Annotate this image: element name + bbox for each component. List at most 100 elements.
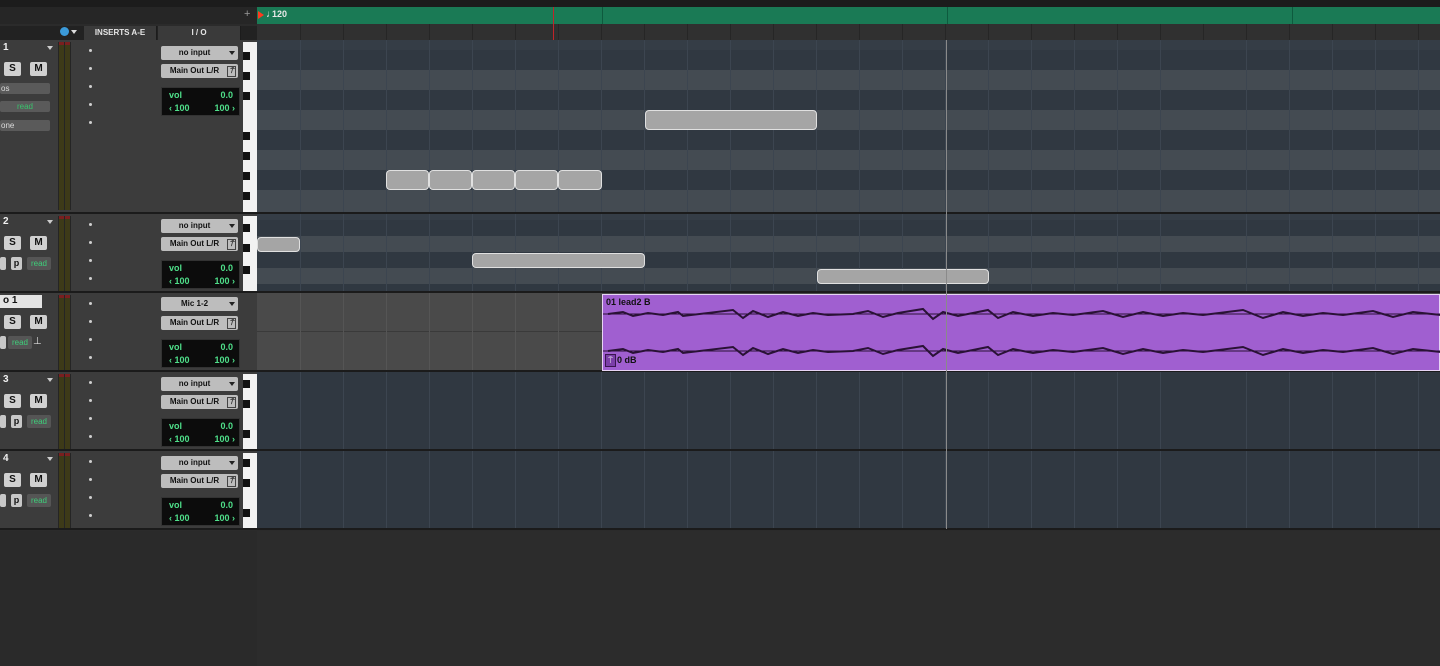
midi-lane-4[interactable]: [257, 451, 1440, 530]
solo-button[interactable]: S: [4, 62, 21, 76]
automation-mode-button[interactable]: read: [27, 257, 51, 270]
midi-note[interactable]: [558, 170, 602, 190]
midi-note[interactable]: [257, 237, 300, 252]
level-meter: [58, 374, 71, 449]
input-selector[interactable]: no input: [161, 219, 238, 233]
pan-right[interactable]: 100 ›: [214, 355, 235, 365]
input-selector[interactable]: no input: [161, 46, 238, 60]
volume-pan-display[interactable]: vol 0.0 ‹ 100 100 ›: [161, 87, 240, 116]
output-selector[interactable]: Main Out L/R ⍑: [161, 316, 238, 330]
playlist-button[interactable]: p: [11, 415, 22, 428]
plus-icon[interactable]: +: [244, 8, 250, 20]
solo-button[interactable]: S: [4, 236, 21, 250]
midi-note[interactable]: [429, 170, 472, 190]
timebase-icon[interactable]: ⊥: [33, 336, 42, 347]
mute-button[interactable]: M: [30, 315, 47, 329]
track-option-button[interactable]: [0, 415, 6, 428]
mute-button[interactable]: M: [30, 473, 47, 487]
output-lock-icon: ⍑: [227, 239, 236, 250]
midi-note[interactable]: [472, 253, 645, 268]
playhead-cursor[interactable]: [946, 40, 947, 529]
midi-note[interactable]: [817, 269, 989, 284]
clip-gain-value[interactable]: 0 dB: [617, 355, 637, 365]
volume-pan-display[interactable]: vol 0.0 ‹ 100 100 ›: [161, 260, 240, 289]
tempo-ruler[interactable]: [257, 7, 1440, 25]
automation-mode-button[interactable]: read: [8, 336, 32, 349]
piano-keyboard[interactable]: [243, 453, 257, 528]
inserts-header[interactable]: INSERTS A-E: [84, 26, 157, 40]
input-selector[interactable]: no input: [161, 377, 238, 391]
pan-left[interactable]: ‹ 100: [169, 103, 190, 113]
mute-button[interactable]: M: [30, 62, 47, 76]
pan-left[interactable]: ‹ 100: [169, 434, 190, 444]
clip-name: 01 lead2 B: [606, 297, 651, 307]
track-view-dropdown[interactable]: os: [0, 83, 50, 94]
volume-pan-display[interactable]: vol 0.0 ‹ 100 100 ›: [161, 497, 240, 526]
track-name[interactable]: 2: [0, 216, 56, 229]
midi-lane-3[interactable]: [257, 372, 1440, 451]
track-name[interactable]: 3: [0, 374, 56, 387]
track-name[interactable]: o 1: [0, 295, 42, 308]
bars-ruler[interactable]: [257, 24, 1440, 40]
piano-keyboard[interactable]: [243, 42, 257, 212]
midi-lane-2[interactable]: [257, 214, 1440, 293]
playback-marker[interactable]: [553, 7, 554, 40]
track-option-dropdown[interactable]: one: [0, 120, 50, 131]
pan-left[interactable]: ‹ 100: [169, 355, 190, 365]
vol-value[interactable]: 0.0: [220, 342, 233, 352]
vol-value[interactable]: 0.0: [220, 421, 233, 431]
chevron-down-icon[interactable]: [71, 30, 77, 34]
solo-button[interactable]: S: [4, 473, 21, 487]
mute-button[interactable]: M: [30, 236, 47, 250]
track-option-button[interactable]: [0, 494, 6, 507]
audio-clip[interactable]: [602, 294, 1440, 371]
timeline-ruler[interactable]: [0, 0, 1440, 7]
midi-note[interactable]: [386, 170, 429, 190]
output-lock-icon: ⍑: [227, 66, 236, 77]
vol-value[interactable]: 0.0: [220, 90, 233, 100]
midi-note[interactable]: [645, 110, 817, 130]
empty-edit-area[interactable]: [257, 531, 1440, 666]
output-selector[interactable]: Main Out L/R ⍑: [161, 395, 238, 409]
midi-note[interactable]: [515, 170, 558, 190]
piano-keyboard[interactable]: [243, 216, 257, 291]
solo-button[interactable]: S: [4, 315, 21, 329]
piano-keyboard[interactable]: [243, 374, 257, 449]
vol-value[interactable]: 0.0: [220, 263, 233, 273]
track-option-button[interactable]: [0, 257, 6, 270]
track-option-button[interactable]: [0, 336, 6, 349]
output-selector[interactable]: Main Out L/R ⍑: [161, 237, 238, 251]
midi-lane-1[interactable]: [257, 40, 1440, 214]
automation-mode-button[interactable]: read: [27, 494, 51, 507]
io-header[interactable]: I / O: [158, 26, 241, 40]
pan-right[interactable]: 100 ›: [214, 276, 235, 286]
playlist-button[interactable]: p: [11, 494, 22, 507]
output-selector[interactable]: Main Out L/R ⍑: [161, 474, 238, 488]
clock-icon[interactable]: [60, 27, 69, 36]
input-selector[interactable]: no input: [161, 456, 238, 470]
output-lock-icon: ⍑: [227, 318, 236, 329]
pan-left[interactable]: ‹ 100: [169, 513, 190, 523]
volume-pan-display[interactable]: vol 0.0 ‹ 100 100 ›: [161, 418, 240, 447]
mute-button[interactable]: M: [30, 394, 47, 408]
waveform: [603, 307, 1440, 358]
clip-gain-icon[interactable]: ⍑: [605, 354, 616, 367]
input-selector[interactable]: Mic 1-2: [161, 297, 238, 311]
pan-right[interactable]: 100 ›: [214, 434, 235, 444]
solo-button[interactable]: S: [4, 394, 21, 408]
volume-pan-display[interactable]: vol 0.0 ‹ 100 100 ›: [161, 339, 240, 368]
vol-value[interactable]: 0.0: [220, 500, 233, 510]
tempo-flag-icon[interactable]: [258, 11, 264, 19]
pan-right[interactable]: 100 ›: [214, 513, 235, 523]
midi-note[interactable]: [472, 170, 515, 190]
level-meter: [58, 216, 71, 291]
output-selector[interactable]: Main Out L/R ⍑: [161, 64, 238, 78]
automation-mode-button[interactable]: read: [27, 415, 51, 428]
automation-mode-dropdown[interactable]: read: [0, 101, 50, 112]
track-name[interactable]: 1: [0, 42, 56, 55]
pan-left[interactable]: ‹ 100: [169, 276, 190, 286]
pan-right[interactable]: 100 ›: [214, 103, 235, 113]
playlist-button[interactable]: p: [11, 257, 22, 270]
track-name[interactable]: 4: [0, 453, 56, 466]
vol-label: vol: [169, 342, 183, 352]
